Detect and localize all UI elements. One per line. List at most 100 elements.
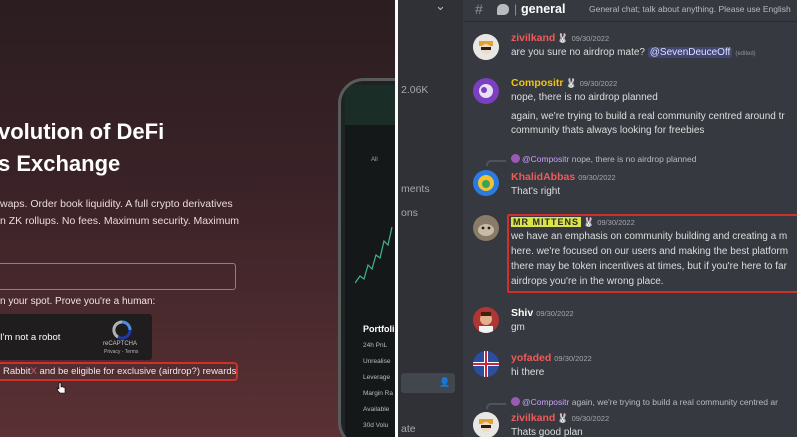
reply-preview[interactable]: @Compositr nope, there is no airdrop pla…	[511, 154, 697, 164]
avatar-image	[473, 34, 499, 60]
phone-mockup: All Portfoli 24h PnL Unrealise Leverage …	[338, 78, 395, 437]
message-author[interactable]: KhalidAbbas 09/30/2022	[511, 171, 616, 183]
message-line: nope, there is no airdrop planned	[511, 92, 658, 103]
hero-title-line1: volution of DeFi	[0, 119, 165, 144]
prove-human-label: n your spot. Prove you're a human:	[0, 296, 156, 307]
message-line: community thats always looking for freeb…	[511, 125, 705, 136]
terms-brand: Rabbit	[3, 366, 31, 377]
avatar[interactable]	[473, 34, 499, 60]
username[interactable]: Compositr	[511, 77, 564, 89]
panel-divider	[395, 0, 398, 437]
thread-icon[interactable]	[497, 4, 509, 15]
rabbit-icon: 🐰	[583, 217, 595, 227]
phone-portfolio-row: 30d Volu	[363, 422, 389, 429]
message-line: That's right	[511, 186, 561, 197]
message-author[interactable]: Shiv 09/30/2022	[511, 307, 574, 319]
username[interactable]: MR MITTENS	[511, 217, 581, 227]
username[interactable]: KhalidAbbas	[511, 171, 575, 183]
recaptcha-label: I'm not a robot	[0, 332, 61, 343]
recaptcha-links[interactable]: Privacy - Terms	[104, 349, 138, 355]
avatar[interactable]	[473, 78, 499, 104]
website-pane: volution of DeFi s Exchange waps. Order …	[0, 0, 395, 437]
add-user-icon[interactable]: 👤	[439, 377, 450, 388]
avatar-image	[473, 215, 499, 241]
avatar[interactable]	[473, 170, 499, 196]
email-input[interactable]	[0, 263, 236, 290]
recaptcha-widget[interactable]: I'm not a robot reCAPTCHA Privacy - Term…	[0, 314, 152, 360]
sidebar-item-questions[interactable]: ons	[401, 207, 418, 219]
reply-connector	[486, 160, 506, 166]
phone-screen-header	[345, 85, 395, 125]
phone-portfolio-title: Portfoli	[363, 324, 395, 334]
header-separator: |	[514, 2, 518, 16]
phone-portfolio-row: Margin Ra	[363, 390, 393, 397]
channel-topic[interactable]: General chat; talk about anything. Pleas…	[589, 4, 791, 14]
phone-tab-all: All	[371, 157, 378, 163]
hand-cursor-icon	[56, 382, 66, 394]
message-author[interactable]: MR MITTENS 🐰 09/30/2022	[511, 216, 635, 228]
timestamp: 09/30/2022	[571, 414, 610, 423]
phone-portfolio-row: Unrealise	[363, 358, 391, 365]
message-author[interactable]: Compositr 🐰 09/30/2022	[511, 77, 617, 89]
channel-sidebar: ⌄ 2.06K ments ons 👤 ate	[395, 0, 463, 437]
avatar[interactable]	[473, 307, 499, 333]
message-line: here. we're focused on our users and mak…	[511, 246, 789, 257]
hero-title-line2: s Exchange	[0, 151, 121, 176]
avatar-image	[473, 78, 499, 104]
avatar[interactable]	[473, 351, 499, 377]
timestamp: 09/30/2022	[579, 79, 618, 88]
sidebar-item-updates[interactable]: ate	[401, 423, 416, 435]
member-count: 2.06K	[401, 84, 429, 96]
reply-connector	[486, 403, 506, 409]
username[interactable]: zivilkand	[511, 32, 555, 44]
avatar-image	[473, 170, 499, 196]
hero-description-line2: n ZK rollups. No fees. Maximum security.…	[0, 215, 240, 227]
reply-preview[interactable]: @Compositr again, we're trying to build …	[511, 397, 778, 407]
hero-title: volution of DeFi s Exchange	[0, 116, 164, 180]
avatar-image	[473, 351, 499, 377]
avatar[interactable]	[473, 215, 499, 241]
reply-username[interactable]: @Compositr	[522, 397, 569, 407]
username[interactable]: yofaded	[511, 352, 551, 364]
username[interactable]: zivilkand	[511, 412, 555, 424]
message-line: again, we're trying to build a real comm…	[511, 111, 785, 122]
message-author[interactable]: zivilkand 🐰 09/30/2022	[511, 32, 609, 44]
timestamp: 09/30/2022	[536, 309, 574, 318]
message-line: are you sure no airdrop mate?	[511, 47, 645, 58]
message-line: airdrops you're in the wrong place.	[511, 276, 664, 287]
reply-text: again, we're trying to build a real comm…	[569, 397, 778, 407]
sidebar-item-announcements[interactable]: ments	[401, 183, 430, 195]
phone-price-chart	[355, 226, 393, 284]
recaptcha-brand: reCAPTCHA	[103, 341, 138, 347]
user-mention[interactable]: @SevenDeuceOff	[647, 47, 733, 58]
username[interactable]: Shiv	[511, 307, 533, 319]
message-line: gm	[511, 322, 525, 333]
channel-header: # | general General chat; talk about any…	[463, 0, 797, 22]
timestamp: 09/30/2022	[571, 34, 610, 43]
hash-icon: #	[475, 1, 483, 17]
message-line: we have an emphasis on community buildin…	[511, 231, 788, 242]
rabbit-icon: 🐰	[565, 78, 577, 88]
terms-text: and be eligible for exclusive (airdrop?)…	[36, 366, 237, 377]
timestamp: 09/30/2022	[554, 354, 592, 363]
reply-avatar	[511, 154, 520, 163]
timestamp: 09/30/2022	[597, 218, 635, 227]
message-line: Thats good plan	[511, 427, 583, 437]
hero-description-line1: waps. Order book liquidity. A full crypt…	[0, 198, 233, 210]
reply-username[interactable]: @Compositr	[522, 154, 569, 164]
sidebar-item-selected[interactable]: 👤	[401, 373, 455, 393]
reply-avatar	[511, 397, 520, 406]
channel-name: general	[521, 2, 566, 16]
chevron-down-icon[interactable]: ⌄	[435, 0, 446, 14]
chat-pane: # | general General chat; talk about any…	[463, 0, 797, 437]
terms-highlight-box: RabbitX and be eligible for exclusive (a…	[0, 362, 238, 381]
phone-portfolio-row: Leverage	[363, 374, 391, 381]
message-author[interactable]: zivilkand 🐰 09/30/2022	[511, 412, 609, 424]
avatar-image	[473, 307, 499, 333]
rabbit-icon: 🐰	[557, 33, 569, 43]
message-line: hi there	[511, 367, 545, 378]
avatar[interactable]	[473, 412, 499, 437]
message-line: there may be token incentives at times, …	[511, 261, 787, 272]
message-author[interactable]: yofaded 09/30/2022	[511, 352, 592, 364]
phone-portfolio-row: Available	[363, 406, 390, 413]
